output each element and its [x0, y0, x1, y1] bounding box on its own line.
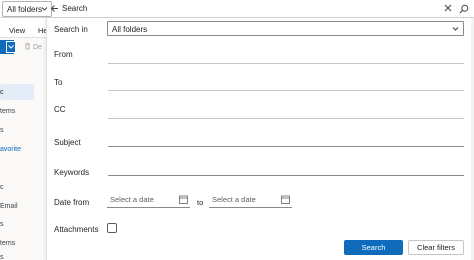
arrow-left-icon[interactable] — [50, 4, 59, 13]
date-from-label: Date from — [54, 198, 90, 207]
search-in-value: All folders — [112, 25, 148, 34]
ribbon-tab-view[interactable]: View — [9, 26, 25, 35]
keywords-input[interactable] — [108, 164, 464, 176]
folder-item-items[interactable]: tems — [0, 240, 15, 247]
subject-label: Subject — [54, 138, 81, 147]
new-mail-dropdown[interactable] — [6, 41, 16, 53]
background-app — [0, 18, 47, 260]
trash-icon — [25, 42, 30, 50]
keywords-label: Keywords — [54, 168, 90, 177]
folder-item-sent-items[interactable]: tems — [0, 108, 15, 115]
search-scope-value: All folders — [7, 5, 43, 14]
date-to-placeholder: Select a date — [212, 195, 256, 204]
folder-item-drafts[interactable]: s — [0, 127, 4, 134]
from-input[interactable] — [108, 52, 464, 64]
chevron-down-icon — [41, 7, 48, 11]
folder-item-s2[interactable]: s — [0, 254, 4, 260]
folder-selected-highlight — [0, 84, 34, 100]
search-button[interactable]: Search — [344, 240, 403, 255]
chevron-down-icon — [8, 45, 14, 49]
clear-filters-button[interactable]: Clear filters — [408, 240, 464, 255]
to-label: To — [54, 78, 63, 87]
folder-item-add-favorite[interactable]: avorite — [0, 146, 21, 153]
delete-button[interactable]: De — [24, 42, 42, 51]
cc-input[interactable] — [108, 107, 464, 119]
calendar-icon[interactable] — [179, 195, 188, 204]
search-scope-dropdown[interactable]: All folders — [2, 1, 52, 17]
from-label: From — [54, 50, 73, 59]
search-icon — [459, 4, 469, 14]
calendar-icon[interactable] — [281, 195, 290, 204]
search-bar: All folders Search — [0, 0, 474, 18]
date-from-placeholder: Select a date — [110, 195, 154, 204]
folder-item-c[interactable]: c — [0, 184, 4, 191]
cc-label: CC — [54, 105, 66, 114]
folder-item-s[interactable]: s — [0, 221, 4, 228]
folder-item-inbox[interactable]: c — [0, 89, 4, 96]
date-from-picker[interactable]: Select a date — [107, 193, 190, 208]
search-in-label: Search in — [54, 25, 88, 34]
search-in-dropdown[interactable]: All folders — [107, 21, 464, 36]
search-submit-button[interactable] — [456, 1, 472, 17]
subject-input[interactable] — [108, 135, 464, 147]
attachments-label: Attachments — [54, 225, 99, 234]
attachments-checkbox[interactable] — [107, 223, 117, 233]
date-to-label: to — [197, 198, 204, 207]
to-input[interactable] — [108, 79, 464, 91]
date-to-picker[interactable]: Select a date — [209, 193, 292, 208]
chevron-down-icon — [452, 27, 459, 31]
folder-item-email[interactable]: Email — [0, 203, 18, 210]
delete-label: De — [32, 44, 42, 51]
search-input[interactable]: Search — [62, 4, 87, 13]
close-icon[interactable] — [443, 3, 453, 13]
